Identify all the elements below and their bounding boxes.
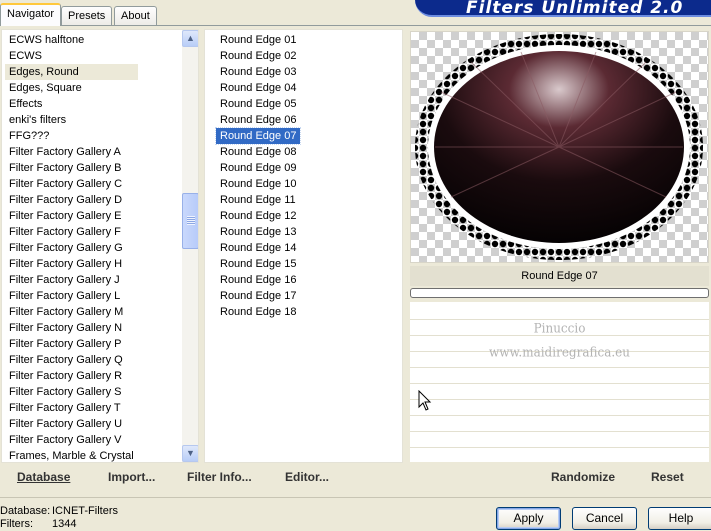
filter-item[interactable]: Round Edge 06: [216, 112, 300, 128]
preview-graphic: [415, 34, 703, 260]
category-item[interactable]: Edges, Square: [5, 80, 138, 96]
app-title: Filters Unlimited 2.0: [466, 0, 684, 18]
preview-image: [410, 31, 709, 263]
filter-item[interactable]: Round Edge 10: [216, 176, 300, 192]
filter-items: Round Edge 01 Round Edge 02 Round Edge 03 R…: [213, 32, 302, 320]
divider: [0, 497, 711, 498]
filter-item[interactable]: Round Edge 03: [216, 64, 300, 80]
category-item[interactable]: Filter Factory Gallery P: [5, 336, 138, 352]
scroll-thumb[interactable]: [182, 193, 198, 249]
filter-item[interactable]: Round Edge 07: [214, 127, 302, 145]
filter-item[interactable]: Round Edge 18: [216, 304, 300, 320]
category-item[interactable]: Filter Factory Gallery N: [5, 320, 138, 336]
cancel-button[interactable]: Cancel: [572, 507, 637, 530]
preview-caption: Round Edge 07: [410, 266, 709, 286]
up-arrow-icon[interactable]: ▲: [182, 30, 198, 47]
database-status-label: Database:: [0, 505, 51, 517]
status-info: Database: ICNET-Filters Filters: 1344: [0, 505, 118, 531]
filter-item[interactable]: Round Edge 09: [216, 160, 300, 176]
watermark-name: Pinuccio: [533, 320, 586, 336]
database-label: Database: [17, 470, 71, 484]
category-item[interactable]: Filter Factory Gallery D: [5, 192, 138, 208]
category-item[interactable]: Filter Factory Gallery B: [5, 160, 138, 176]
category-item[interactable]: Filter Factory Gallery L: [5, 288, 138, 304]
filter-item[interactable]: Round Edge 01: [216, 32, 300, 48]
filter-item[interactable]: Round Edge 08: [216, 144, 300, 160]
filter-item[interactable]: Round Edge 16: [216, 272, 300, 288]
tab-divider: [0, 25, 711, 26]
grip-icon: [187, 216, 195, 225]
reset-button[interactable]: Reset: [651, 468, 684, 486]
category-item[interactable]: Filter Factory Gallery F: [5, 224, 138, 240]
filter-item[interactable]: Round Edge 02: [216, 48, 300, 64]
category-scrollbar[interactable]: ▲ ▼: [182, 30, 198, 462]
filter-item[interactable]: Round Edge 05: [216, 96, 300, 112]
down-arrow-icon[interactable]: ▼: [182, 445, 198, 462]
editor-button[interactable]: Editor...: [285, 468, 329, 486]
category-item[interactable]: Edges, Round: [5, 64, 138, 80]
category-item[interactable]: Filter Factory Gallery Q: [5, 352, 138, 368]
filters-status-value: 1344: [52, 518, 77, 530]
category-item[interactable]: Filter Factory Gallery C: [5, 176, 138, 192]
progress-bar: [410, 288, 709, 298]
filter-item[interactable]: Round Edge 14: [216, 240, 300, 256]
database-button[interactable]: Database: [17, 468, 70, 486]
filter-item[interactable]: Round Edge 17: [216, 288, 300, 304]
database-status-value: ICNET-Filters: [52, 505, 118, 517]
category-item[interactable]: Filter Factory Gallery S: [5, 384, 138, 400]
filter-item[interactable]: Round Edge 11: [216, 192, 300, 208]
filter-item[interactable]: Round Edge 13: [216, 224, 300, 240]
category-item[interactable]: Filter Factory Gallery V: [5, 432, 138, 448]
category-item[interactable]: Filter Factory Gallery E: [5, 208, 138, 224]
category-item[interactable]: enki's filters: [5, 112, 138, 128]
filter-info-button[interactable]: Filter Info...: [187, 468, 252, 486]
category-item[interactable]: Filter Factory Gallery T: [5, 400, 138, 416]
mouse-pointer-icon: [418, 390, 432, 411]
tab-navigator[interactable]: Navigator: [0, 3, 62, 26]
import-button[interactable]: Import...: [108, 468, 155, 486]
filters-status-label: Filters:: [0, 518, 33, 530]
category-item[interactable]: Effects: [5, 96, 138, 112]
watermark-url: www.maidiregrafica.eu: [488, 344, 631, 360]
category-item[interactable]: Filter Factory Gallery J: [5, 272, 138, 288]
apply-button[interactable]: Apply: [496, 507, 561, 530]
category-item[interactable]: FFG???: [5, 128, 138, 144]
filter-list[interactable]: Round Edge 01 Round Edge 02 Round Edge 03 R…: [204, 29, 403, 463]
help-button[interactable]: Help: [648, 507, 711, 530]
category-item[interactable]: Filter Factory Gallery A: [5, 144, 138, 160]
category-list[interactable]: ECWS halftone ECWS Edges, Round Edges, Squa…: [1, 29, 199, 463]
category-item[interactable]: Frames, Marble & Crystal: [5, 448, 138, 462]
tab-presets[interactable]: Presets: [61, 6, 113, 26]
category-item[interactable]: ECWS: [5, 48, 138, 64]
watermark: Pinuccio www.maidiregrafica.eu: [410, 316, 709, 364]
category-item[interactable]: Filter Factory Gallery M: [5, 304, 138, 320]
tab-about[interactable]: About: [114, 6, 157, 26]
filter-item[interactable]: Round Edge 12: [216, 208, 300, 224]
category-items: ECWS halftone ECWS Edges, Round Edges, Squa…: [2, 32, 138, 462]
filter-item[interactable]: Round Edge 15: [216, 256, 300, 272]
randomize-button[interactable]: Randomize: [551, 468, 615, 486]
category-item[interactable]: Filter Factory Gallery U: [5, 416, 138, 432]
category-item[interactable]: Filter Factory Gallery G: [5, 240, 138, 256]
category-item[interactable]: Filter Factory Gallery H: [5, 256, 138, 272]
filter-item[interactable]: Round Edge 04: [216, 80, 300, 96]
category-item[interactable]: Filter Factory Gallery R: [5, 368, 138, 384]
category-item[interactable]: ECWS halftone: [5, 32, 138, 48]
